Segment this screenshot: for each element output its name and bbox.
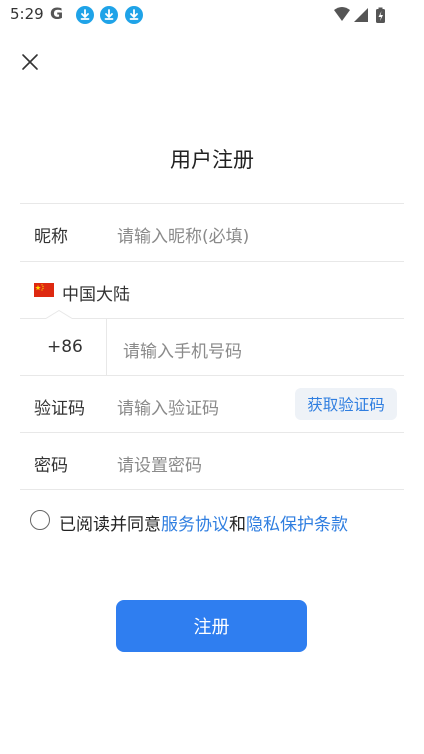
phone-input[interactable]: 请输入手机号码: [123, 337, 242, 362]
password-label: 密码: [34, 456, 68, 476]
divider: [106, 319, 107, 375]
download-icon: [100, 6, 118, 24]
status-time: 5:29: [10, 5, 44, 23]
divider: [20, 375, 404, 376]
wifi-icon: [334, 7, 350, 21]
divider: [20, 261, 404, 262]
agree-radio[interactable]: [30, 510, 50, 530]
signal-icon: [354, 8, 368, 22]
code-input[interactable]: 请输入验证码: [117, 394, 219, 419]
register-button[interactable]: 注册: [116, 600, 307, 652]
service-agreement-link[interactable]: 服务协议: [161, 515, 229, 535]
privacy-policy-link[interactable]: 隐私保护条款: [246, 515, 348, 535]
download-icon: [76, 6, 94, 24]
close-icon: [22, 54, 38, 70]
nickname-input[interactable]: 请输入昵称(必填): [117, 222, 249, 247]
battery-charging-icon: [376, 7, 385, 23]
agreement-and: 和: [229, 515, 246, 535]
china-flag-icon: [34, 283, 54, 297]
download-icon: [125, 6, 143, 24]
google-icon: G: [50, 4, 64, 23]
divider: [20, 489, 404, 490]
divider: [20, 203, 404, 204]
get-code-button[interactable]: 获取验证码: [295, 388, 397, 420]
divider: [20, 432, 404, 433]
status-bar: 5:29 G: [0, 0, 424, 30]
divider: [72, 318, 404, 319]
agreement-text: 已阅读并同意服务协议和隐私保护条款: [59, 510, 348, 535]
divider: [20, 318, 46, 319]
nickname-label: 昵称: [34, 227, 68, 247]
system-icons: [332, 6, 394, 24]
code-label: 验证码: [34, 399, 85, 419]
agreement-prefix: 已阅读并同意: [59, 515, 161, 535]
region-selector[interactable]: 中国大陆: [62, 280, 130, 305]
country-code[interactable]: +86: [47, 337, 83, 357]
page-title: 用户注册: [170, 148, 254, 172]
close-button[interactable]: [16, 48, 44, 76]
password-input[interactable]: 请设置密码: [117, 451, 202, 476]
region-pointer-icon: [46, 310, 72, 319]
